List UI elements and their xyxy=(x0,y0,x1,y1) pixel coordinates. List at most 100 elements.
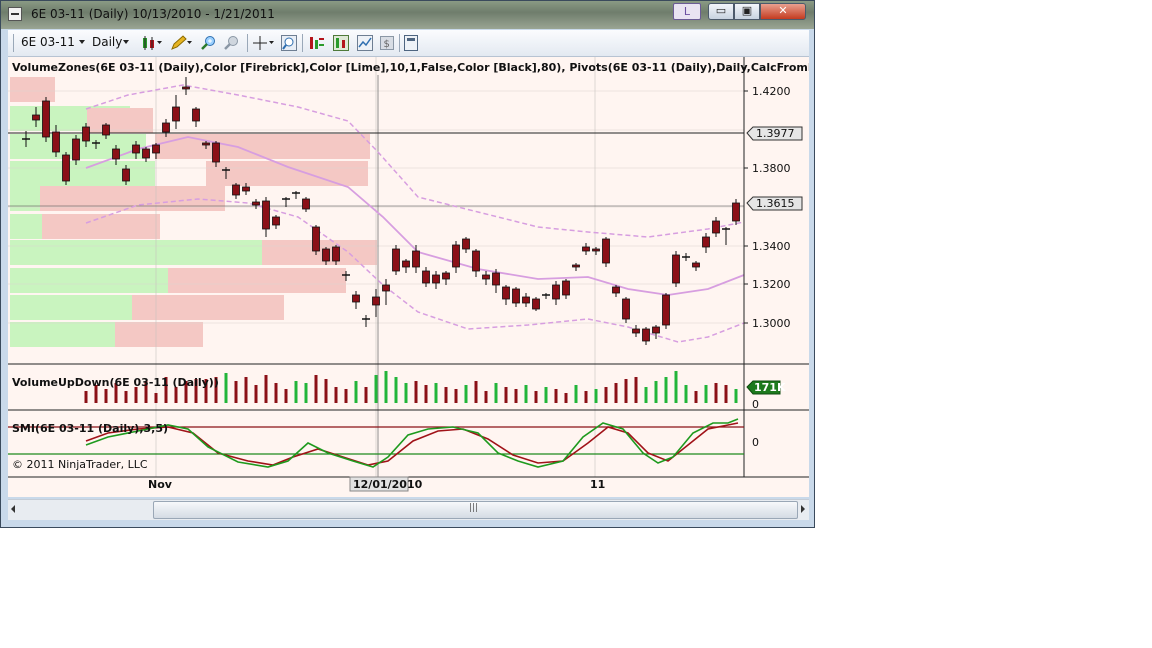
link-button[interactable]: L xyxy=(673,3,701,20)
chevron-down-icon[interactable] xyxy=(79,40,85,44)
candle-body xyxy=(452,244,460,268)
volume-zone xyxy=(10,322,115,347)
volume-zone xyxy=(10,268,168,293)
price-tick-label: 1.3000 xyxy=(752,317,791,330)
volume-bar xyxy=(264,375,268,403)
close-button[interactable]: ✕ xyxy=(760,3,806,20)
candle-body xyxy=(702,236,710,248)
chart-properties-icon[interactable] xyxy=(357,35,373,51)
candle-body xyxy=(332,246,340,262)
volume-bar xyxy=(244,377,248,403)
candle-body xyxy=(402,260,410,268)
candle-body xyxy=(552,284,560,300)
chevron-down-icon[interactable] xyxy=(123,40,129,44)
volume-zone xyxy=(10,295,132,320)
candle-body xyxy=(502,286,510,300)
chart-area[interactable]: 1.4200 1.3800 1.3400 1.3200 1.3000 1.3977 1.36… xyxy=(8,57,809,497)
envelope-upper xyxy=(85,84,745,238)
smi-signal-line xyxy=(85,422,739,466)
volume-bar xyxy=(554,389,558,403)
candlestick-icon[interactable] xyxy=(141,35,163,51)
volume-zone xyxy=(206,161,368,186)
interval-selector[interactable]: Daily xyxy=(92,35,122,49)
scroll-right-arrow-icon[interactable] xyxy=(801,505,805,513)
indicators-icon[interactable] xyxy=(309,35,325,51)
candle-body xyxy=(532,298,540,310)
scrollbar-thumb[interactable]: ||| xyxy=(153,501,798,519)
chart-trader-icon[interactable] xyxy=(404,35,418,51)
price-tick-label: 1.4200 xyxy=(752,85,791,98)
candle-body xyxy=(182,86,190,90)
volume-bar xyxy=(124,391,128,403)
toolbar-separator xyxy=(247,34,248,52)
volume-bar xyxy=(534,391,538,403)
volume-bar xyxy=(294,381,298,403)
magnify-icon[interactable] xyxy=(281,35,297,51)
candle-body xyxy=(432,274,440,284)
candle-body xyxy=(192,108,200,122)
title-bar[interactable]: 6E 03-11 (Daily) 10/13/2010 - 1/21/2011 … xyxy=(1,1,814,29)
volume-bar xyxy=(454,389,458,403)
strategies-icon[interactable] xyxy=(333,35,349,51)
candle-body xyxy=(72,138,80,161)
volume-bar xyxy=(284,389,288,403)
scroll-grip: ||| xyxy=(469,503,479,513)
smi-panel-label: SMI(6E 03-11 (Daily),3,5) xyxy=(12,422,168,435)
volume-zone xyxy=(87,108,153,133)
data-box-icon[interactable]: $ xyxy=(380,35,394,51)
volume-bar xyxy=(594,389,598,403)
volume-bar xyxy=(664,377,668,403)
candle-body xyxy=(592,248,600,252)
volume-bar xyxy=(514,389,518,403)
chart-canvas[interactable]: 1.4200 1.3800 1.3400 1.3200 1.3000 1.3977 1.36… xyxy=(8,57,809,497)
volume-panel-label: VolumeUpDown(6E 03-11 (Daily)) xyxy=(12,376,219,389)
volume-zone xyxy=(168,268,346,293)
volume-bar xyxy=(604,387,608,403)
candle-body xyxy=(212,142,220,163)
crosshair-icon[interactable] xyxy=(253,35,275,51)
volume-bar xyxy=(644,387,648,403)
candle-body xyxy=(102,124,110,136)
candle-body xyxy=(652,326,660,334)
candle-body xyxy=(582,246,590,252)
volume-zone xyxy=(10,240,262,265)
copyright-label: © 2011 NinjaTrader, LLC xyxy=(12,458,148,471)
window-title: 6E 03-11 (Daily) 10/13/2010 - 1/21/2011 xyxy=(31,7,275,21)
candle-body xyxy=(352,294,360,303)
volume-bar xyxy=(354,381,358,403)
scroll-left-arrow-icon[interactable] xyxy=(11,505,15,513)
candle-body xyxy=(322,248,330,262)
volume-bar xyxy=(364,387,368,403)
volume-bar xyxy=(404,383,408,403)
candle-body xyxy=(412,250,420,268)
zoom-in-icon[interactable] xyxy=(200,35,218,51)
candle-body xyxy=(602,238,610,264)
candle-body xyxy=(112,148,120,160)
zoom-out-icon[interactable] xyxy=(223,35,241,51)
candle-body xyxy=(152,144,160,154)
volume-zone xyxy=(10,214,42,239)
candle-body xyxy=(692,262,700,268)
volume-zone xyxy=(42,214,160,239)
candle-body xyxy=(492,272,500,286)
x-axis-label: Nov xyxy=(148,478,173,491)
volume-bar xyxy=(414,381,418,403)
pencil-icon[interactable] xyxy=(170,35,192,51)
volume-bar xyxy=(334,387,338,403)
price-tick-label: 1.3400 xyxy=(752,240,791,253)
candle-body xyxy=(242,186,250,192)
volume-bar xyxy=(84,391,88,403)
candle-body xyxy=(122,168,130,182)
instrument-selector[interactable]: 6E 03-11 xyxy=(21,35,75,49)
horizontal-scrollbar[interactable]: ||| xyxy=(8,499,809,520)
candle-body xyxy=(42,100,50,138)
candle-body xyxy=(142,148,150,159)
candle-body xyxy=(262,200,270,230)
candle-body xyxy=(272,216,280,226)
volume-bar xyxy=(634,377,638,403)
maximize-button[interactable]: ▣ xyxy=(734,3,760,20)
candle-body xyxy=(422,270,430,284)
minimize-button[interactable]: ▭ xyxy=(708,3,734,20)
candle-body xyxy=(442,272,450,280)
volume-bar xyxy=(154,393,158,403)
